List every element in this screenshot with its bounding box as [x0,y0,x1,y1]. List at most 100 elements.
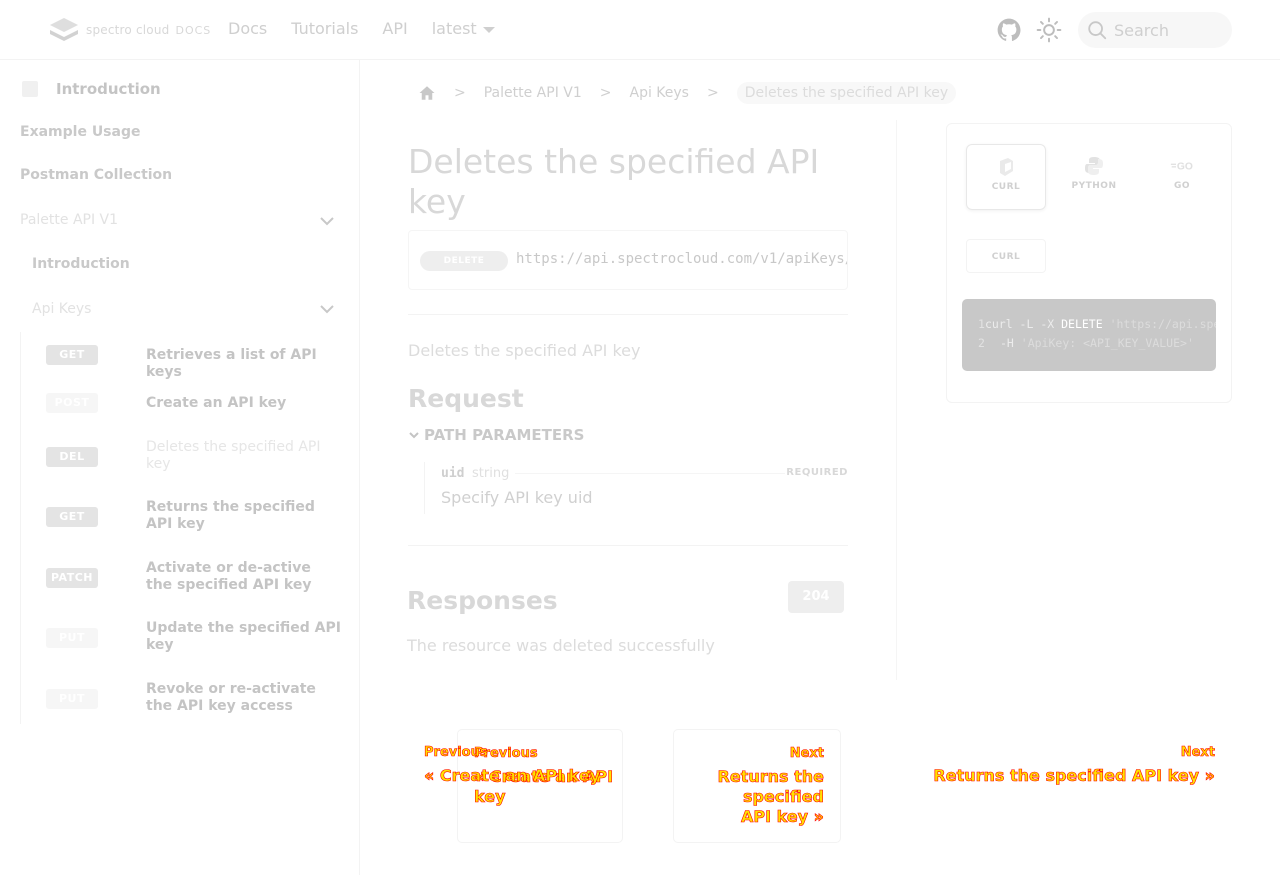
main-nav: Docs Tutorials API latest [228,19,495,38]
sidebar-item-example-usage[interactable]: Example Usage [20,124,140,140]
code-sample-panel: CURL PYTHON GO GO CURL 1 curl -L -X DELET… [946,123,1232,403]
line-number: 2 [978,336,985,350]
param-uid: uid string REQUIRED Specify API key uid [424,462,848,514]
logo-docs-text: DOCS [175,23,212,37]
chevron-down-icon[interactable] [318,212,336,230]
chevron-down-icon[interactable] [318,300,336,318]
home-icon[interactable] [418,84,436,102]
code-token: 'https://api.spectrocloud.com/v1/apiKeys… [1109,317,1216,331]
method-badge: PUT [46,689,98,709]
responses-heading: Responses [407,586,558,615]
svg-text:GO: GO [1177,161,1193,172]
top-navbar: spectro cloud DOCS Docs Tutorials API la… [0,0,1280,60]
nav-docs-link[interactable]: Docs [228,19,267,38]
endpoint-description: Deletes the specified API key [408,341,641,360]
chevron-down-icon [409,432,419,439]
request-heading: Request [408,384,524,413]
column-divider [896,120,897,680]
breadcrumb-separator: > [599,85,612,101]
api-keys-endpoint-list: GET Retrieves a list of API keys POST Cr… [20,332,350,724]
python-icon [1085,157,1103,175]
github-icon[interactable] [996,17,1022,43]
code-line: 1curl -L -X DELETE 'https://api.spectroc… [962,315,1216,334]
tab-python-label: PYTHON [1071,181,1117,191]
endpoint-url: https://api.spectrocloud.com/v1/apiKeys/… [516,251,847,267]
endpoint-label: Retrieves a list of API keys [146,347,317,380]
param-required-badge: REQUIRED [786,467,848,478]
method-badge: POST [46,393,98,413]
method-badge: GET [46,507,98,527]
breadcrumb-separator: > [454,85,466,101]
page-title: Deletes the specified API key [408,142,820,221]
path-parameters-label: PATH PARAMETERS [424,426,585,444]
nav-api-link[interactable]: API [382,19,407,38]
endpoint-box: DELETE https://api.spectrocloud.com/v1/a… [408,230,848,290]
sidebar-item-introduction[interactable]: Introduction [56,80,161,98]
tab-go[interactable]: GO GO [1142,144,1222,210]
tab-python[interactable]: PYTHON [1054,144,1134,210]
tab-go-label: GO [1173,181,1191,191]
breadcrumb: > Palette API V1 > Api Keys > Deletes th… [410,80,957,106]
code-block[interactable]: 1curl -L -X DELETE 'https://api.spectroc… [962,299,1216,371]
pagination-next-sub: Next [789,746,824,762]
tab-curl-label: CURL [991,182,1021,192]
tab-curl[interactable]: CURL [966,144,1046,210]
breadcrumb-separator: > [706,85,719,101]
endpoint-label: Create an API key [146,395,287,411]
param-name: uid [441,466,465,481]
sidebar-item-postman-collection[interactable]: Postman Collection [20,167,172,183]
endpoint-label: Activate or de-active the specified API … [146,560,312,593]
method-badge: GET [46,345,98,365]
sidebar-item-palette-api-v1[interactable]: Palette API V1 [20,212,118,228]
line-number: 1 [978,317,985,331]
code-token: 'ApiKey: <API_KEY_VALUE>' [1020,336,1194,350]
endpoint-label: Returns the specified API key [146,499,315,532]
code-token: curl -L -X [984,317,1062,331]
pagination-previous-sub-overlay: Previous [424,745,488,761]
response-code-button[interactable]: 204 [788,581,844,613]
search-icon [1088,21,1107,40]
response-description: The resource was deleted successfully [407,636,715,655]
pagination-next[interactable]: Next Returns the specified API key » [673,729,841,843]
pagination-next-label-overlay: Returns the specified API key » [933,766,1215,786]
code-token: -H [1000,336,1021,350]
sidebar-item-sub-introduction[interactable]: Introduction [32,256,130,272]
param-divider-line [515,473,785,474]
pagination-next-label: Returns the specified API key » [717,767,824,827]
curl-icon [1000,158,1013,176]
caret-down-icon [482,26,495,33]
endpoint-label: Deletes the specified API key [146,439,321,472]
sidebar: Introduction Example Usage Postman Colle… [0,60,360,875]
go-icon: GO [1170,161,1193,172]
method-badge: PATCH [46,568,98,588]
breadcrumb-current: Deletes the specified API key [736,82,957,104]
param-type: string [472,466,510,481]
path-parameters-toggle[interactable]: PATH PARAMETERS [408,426,584,444]
logo[interactable]: spectro cloud DOCS [48,16,211,44]
logo-text: spectro cloud [86,23,170,37]
spectro-cloud-logo-icon [50,18,78,41]
code-token: DELETE [1061,317,1103,331]
sub-tab-curl[interactable]: CURL [966,239,1046,273]
divider [408,314,848,315]
code-line: 2 -H 'ApiKey: <API_KEY_VALUE>' [962,334,1216,353]
divider [408,545,848,546]
method-badge: DEL [46,447,98,467]
pagination-next-sub-overlay: Next [1180,745,1215,761]
sidebar-item-api-keys[interactable]: Api Keys [32,301,91,317]
endpoint-label: Update the specified API key [146,620,341,653]
param-description: Specify API key uid [441,488,593,507]
theme-toggle-sun-icon[interactable] [1036,17,1062,43]
delete-method-badge: DELETE [420,251,508,271]
search-input[interactable] [1114,20,1224,40]
sidebar-intro-icon [22,81,38,97]
nav-tutorials-link[interactable]: Tutorials [291,19,358,38]
breadcrumb-api-keys-link[interactable]: Api Keys [630,85,689,101]
version-dropdown[interactable]: latest [432,19,495,38]
endpoint-label: Revoke or re-activate the API key access [146,681,316,714]
method-badge: PUT [46,628,98,648]
search-box[interactable] [1078,12,1232,48]
pagination-previous-label-overlay: « Create an API key [424,766,601,786]
version-label: latest [431,19,477,38]
breadcrumb-palette-api-link[interactable]: Palette API V1 [484,85,582,101]
